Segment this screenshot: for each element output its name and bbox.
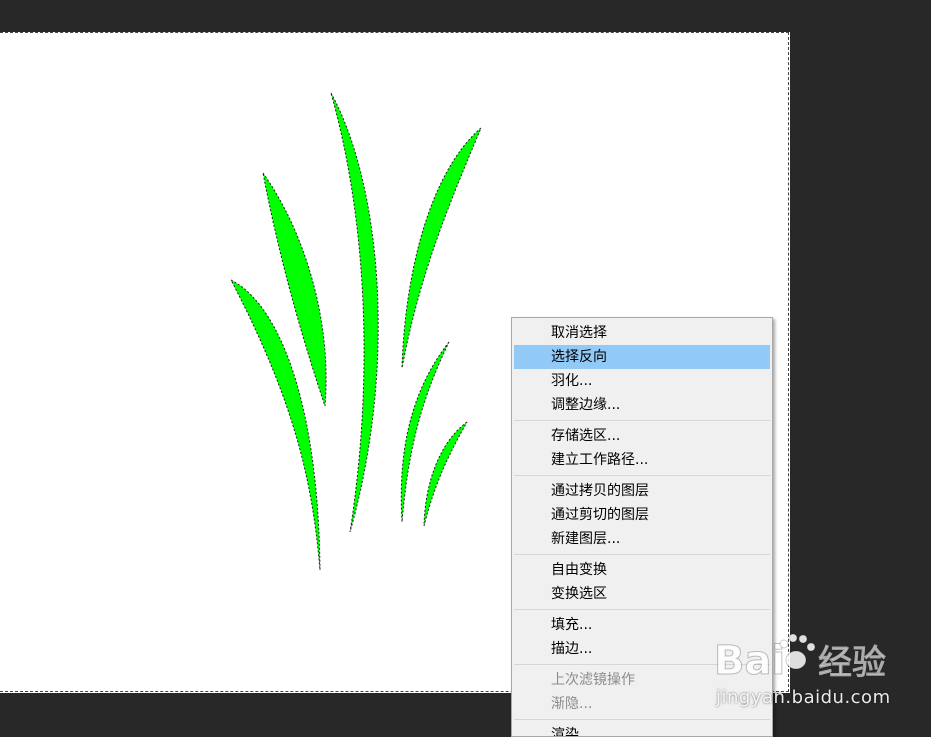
menu-separator xyxy=(514,420,770,421)
menu-separator xyxy=(514,719,770,720)
menu-item[interactable]: 羽化... xyxy=(514,369,770,393)
menu-separator xyxy=(514,609,770,610)
menu-item[interactable]: 存储选区... xyxy=(514,424,770,448)
menu-item: 上次滤镜操作 xyxy=(551,672,635,688)
menu-item[interactable]: 取消选择 xyxy=(514,321,770,345)
grass-blade-center xyxy=(330,92,379,533)
menu-item[interactable]: 调整边缘... xyxy=(514,393,770,417)
menu-item[interactable]: 通过拷贝的图层 xyxy=(514,479,770,503)
menu-item[interactable]: 描边... xyxy=(514,637,770,661)
grass-blade-right-mid xyxy=(400,341,450,523)
menu-separator xyxy=(514,664,770,665)
menu-item: 渐隐... xyxy=(551,696,593,712)
grass-blade-right-small xyxy=(423,421,468,527)
menu-item[interactable]: 选择反向 xyxy=(514,345,770,369)
grass-blade-left-inner xyxy=(262,172,327,407)
menu-item[interactable]: 建立工作路径... xyxy=(514,448,770,472)
canvas-area[interactable] xyxy=(0,0,931,731)
menu-separator xyxy=(514,554,770,555)
menu-item[interactable]: 通过剪切的图层 xyxy=(514,503,770,527)
menu-separator xyxy=(514,475,770,476)
menu-item[interactable]: 变换选区 xyxy=(514,582,770,606)
menu-item[interactable]: 自由变换 xyxy=(514,558,770,582)
grass-blade-right-tall xyxy=(401,127,482,369)
menu-item[interactable]: 新建图层... xyxy=(514,527,770,551)
context-menu[interactable]: 取消选择 选择反向 羽化... 调整边缘... 存储选区... 建立工作路径... 通过拷贝… xyxy=(511,317,773,737)
menu-item[interactable]: 渲染 xyxy=(514,723,770,736)
menu-item[interactable]: 填充... xyxy=(514,613,770,637)
